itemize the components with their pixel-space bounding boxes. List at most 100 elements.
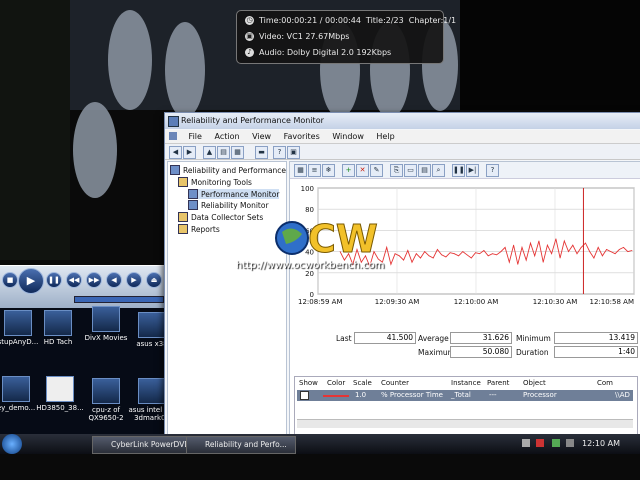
data-point <box>585 242 586 244</box>
y-tick-label: 60 <box>305 227 314 235</box>
prev-button[interactable]: ◀◀ <box>66 272 82 288</box>
task-powerdvd[interactable]: CyberLink PowerDVD <box>92 436 198 454</box>
up-folder-icon[interactable]: ▲ <box>203 146 216 159</box>
window-title: Reliability and Performance Monitor <box>181 116 324 125</box>
col-counter[interactable]: Counter <box>381 379 409 387</box>
change-graph-type-icon[interactable]: ≡ <box>308 164 321 177</box>
data-point <box>627 251 629 252</box>
data-point <box>352 263 354 265</box>
data-point <box>360 261 362 263</box>
tree-node-data-collector-sets[interactable]: Data Collector Sets <box>178 212 263 222</box>
console-icon[interactable]: ▣ <box>287 146 300 159</box>
row-computer: \\AD <box>615 391 630 399</box>
help-icon[interactable]: ? <box>273 146 286 159</box>
menu-view[interactable]: View <box>247 130 276 143</box>
data-point <box>547 244 548 246</box>
data-point <box>525 259 527 261</box>
col-scale[interactable]: Scale <box>353 379 372 387</box>
zoom-icon[interactable]: ⌕ <box>432 164 445 177</box>
tree-node-monitoring-tools[interactable]: Monitoring Tools <box>178 177 252 187</box>
properties-icon[interactable]: ▦ <box>231 146 244 159</box>
data-point <box>437 249 438 250</box>
delete-counter-icon[interactable]: ✕ <box>356 164 369 177</box>
eject-button[interactable]: ⏏ <box>146 272 162 288</box>
tree-node-reports[interactable]: Reports <box>178 224 220 234</box>
clock[interactable]: 12:10 AM <box>582 439 620 448</box>
data-point <box>597 247 599 248</box>
view-current-activity-icon[interactable]: ▦ <box>294 164 307 177</box>
table-row[interactable]: 1.0 % Processor Time _Total --- Processo… <box>297 390 633 401</box>
pause-button[interactable]: ❚❚ <box>46 272 62 288</box>
folder-icon <box>178 177 188 187</box>
data-point <box>365 255 366 257</box>
osd-audio: Audio: Dolby Digital 2.0 192Kbps <box>259 48 392 57</box>
pause-display-icon[interactable]: ❚❚ <box>452 164 465 177</box>
data-point <box>441 254 442 256</box>
copy-icon[interactable]: ⎘ <box>390 164 403 177</box>
data-point <box>534 255 536 257</box>
tray-icon[interactable] <box>552 439 560 447</box>
data-point <box>344 259 345 261</box>
menu-favorites[interactable]: Favorites <box>279 130 325 143</box>
taskbar: CyberLink PowerDVD Reliability and Perfo… <box>0 434 640 454</box>
stat-duration-label: Duration <box>516 348 549 357</box>
update-data-icon[interactable]: ▶| <box>466 164 479 177</box>
highlight-icon[interactable]: ✎ <box>370 164 383 177</box>
menu-help[interactable]: Help <box>371 130 399 143</box>
freeze-icon[interactable]: ❄ <box>322 164 335 177</box>
row-scale: 1.0 <box>355 391 367 399</box>
properties-icon[interactable]: ▤ <box>418 164 431 177</box>
help-icon[interactable]: ? <box>486 164 499 177</box>
data-point <box>610 251 612 252</box>
data-point <box>572 244 574 246</box>
data-point <box>428 255 430 257</box>
tree-node-performance-monitor[interactable]: Performance Monitor <box>188 189 280 199</box>
data-point <box>614 253 616 255</box>
forward-icon[interactable]: ▶ <box>183 146 196 159</box>
network-icon[interactable] <box>522 439 530 447</box>
menu-window[interactable]: Window <box>327 130 369 143</box>
horizontal-scrollbar[interactable] <box>297 419 633 428</box>
x-tick-label: 12:10:58 AM <box>590 298 635 306</box>
task-perfmon[interactable]: Reliability and Perfo... <box>186 436 296 454</box>
data-point <box>530 242 531 244</box>
data-point <box>356 249 358 250</box>
tree-node-root[interactable]: Reliability and Performance <box>170 165 286 175</box>
data-point <box>559 257 561 259</box>
col-instance[interactable]: Instance <box>451 379 481 387</box>
seek-slider[interactable] <box>74 296 164 303</box>
col-show[interactable]: Show <box>299 379 318 387</box>
rewind-button[interactable]: ◀ <box>106 272 122 288</box>
playback-info-osd: ◷ Time:00:00:21 / 00:00:44 Title:2/23 Ch… <box>236 10 456 64</box>
show-checkbox[interactable] <box>300 391 309 400</box>
data-point <box>415 253 417 255</box>
col-parent[interactable]: Parent <box>487 379 509 387</box>
data-point <box>449 252 451 254</box>
window-titlebar[interactable]: Reliability and Performance Monitor <box>165 113 640 129</box>
data-point <box>517 263 519 265</box>
add-counter-icon[interactable]: + <box>342 164 355 177</box>
start-button[interactable] <box>2 434 22 454</box>
volume-icon[interactable] <box>566 439 574 447</box>
stat-minimum-value: 13.419 <box>554 332 638 344</box>
play-button[interactable]: ▶ <box>18 268 44 294</box>
show-hide-tree-icon[interactable]: ▤ <box>217 146 230 159</box>
menu-action[interactable]: Action <box>209 130 244 143</box>
data-point <box>445 256 447 258</box>
security-icon[interactable] <box>536 439 544 447</box>
col-computer[interactable]: Com <box>597 379 613 387</box>
stop-button[interactable]: ■ <box>2 272 18 288</box>
forward-button[interactable]: ▶ <box>126 272 142 288</box>
col-object[interactable]: Object <box>523 379 546 387</box>
paste-icon[interactable]: ▭ <box>404 164 417 177</box>
col-color[interactable]: Color <box>327 379 345 387</box>
performance-graph: 10080604020012:08:59 AM 12:09:30 AM 12:10:… <box>298 185 635 306</box>
graph-toolbar: ▦ ≡ ❄ + ✕ ✎ ⎘ ▭ ▤ ⌕ ❚❚ ▶| ? <box>290 162 640 179</box>
data-point <box>411 261 413 263</box>
back-icon[interactable]: ◀ <box>169 146 182 159</box>
menu-file[interactable]: File <box>184 130 207 143</box>
print-icon[interactable]: ▬ <box>255 146 268 159</box>
tree-node-reliability-monitor[interactable]: Reliability Monitor <box>188 200 269 210</box>
data-point <box>453 253 455 255</box>
next-button[interactable]: ▶▶ <box>86 272 102 288</box>
